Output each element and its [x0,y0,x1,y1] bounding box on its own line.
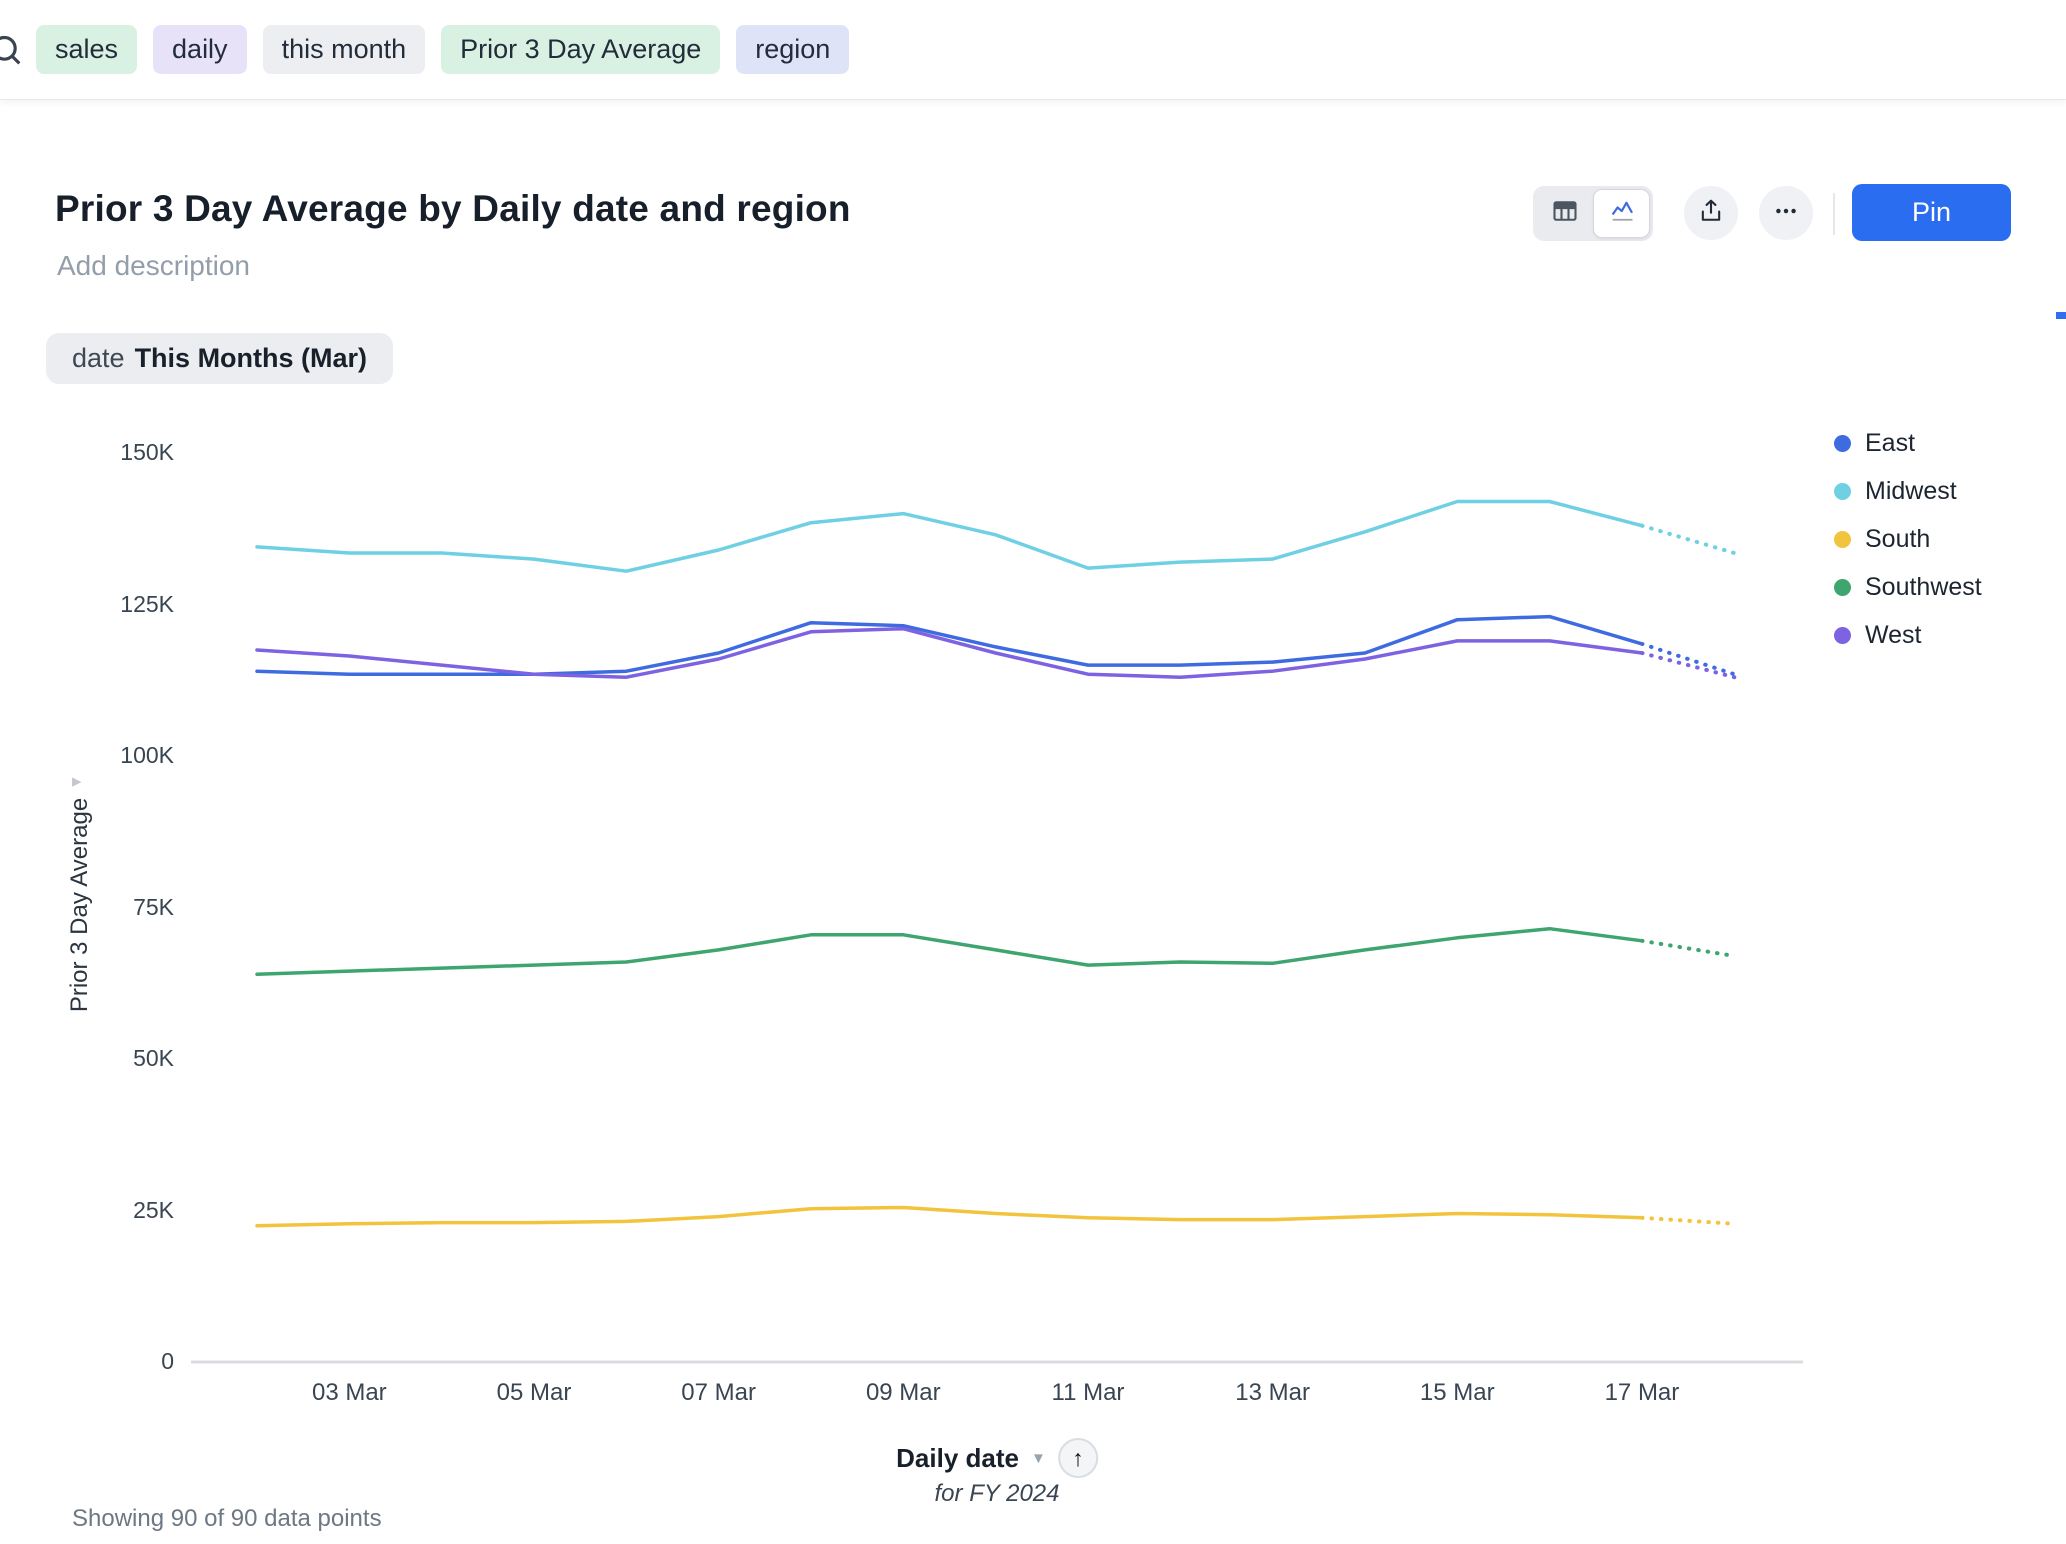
y-tick-label: 0 [82,1348,174,1375]
legend-item[interactable]: Midwest [1834,467,1982,515]
chart-view-button[interactable] [1593,189,1650,238]
legend-label: West [1865,621,1922,650]
x-tick-label: 15 Mar [1387,1379,1527,1407]
search-token-list[interactable]: sales daily this month Prior 3 Day Average r… [36,25,849,74]
legend-item[interactable]: West [1834,611,1982,659]
legend-dot [1834,579,1851,596]
legend-dot [1834,531,1851,548]
series-line-midwest [257,502,1642,572]
y-tick-label: 125K [82,591,174,618]
filter-chip-value: This Months (Mar) [135,343,367,374]
legend-item[interactable]: South [1834,515,1982,563]
data-points-status: Showing 90 of 90 data points [72,1505,382,1533]
y-tick-label: 50K [82,1045,174,1072]
x-tick-label: 09 Mar [833,1379,973,1407]
more-options-button[interactable] [1759,186,1813,240]
search-token[interactable]: Prior 3 Day Average [441,25,720,74]
legend-label: East [1865,429,1915,458]
line-chart-icon [1608,197,1636,230]
toolbar-divider [1833,193,1835,235]
y-tick-label: 150K [82,439,174,466]
search-token[interactable]: this month [263,25,426,74]
x-tick-label: 05 Mar [464,1379,604,1407]
line-chart-canvas [0,0,2066,1544]
y-tick-label: 100K [82,742,174,769]
series-line-south [257,1208,1642,1226]
chevron-down-icon[interactable]: ▼ [1031,1450,1046,1467]
share-button[interactable] [1684,186,1738,240]
search-token[interactable]: daily [153,25,247,74]
y-tick-label: 75K [82,894,174,921]
x-tick-label: 03 Mar [279,1379,419,1407]
pin-button[interactable]: Pin [1852,184,2011,241]
x-tick-label: 11 Mar [1018,1379,1158,1407]
legend-label: South [1865,525,1930,554]
legend-item[interactable]: East [1834,419,1982,467]
page-title: Prior 3 Day Average by Daily date and re… [55,188,851,230]
ellipsis-icon [1772,197,1800,230]
legend-dot [1834,435,1851,452]
x-axis-control-row: Daily date ▼ ↑ [896,1438,1098,1478]
search-token[interactable]: region [736,25,849,74]
series-line-forecast-east [1642,644,1734,674]
x-axis-subtitle: for FY 2024 [935,1480,1060,1508]
legend: East Midwest South Southwest West [1834,419,1982,659]
view-toggle[interactable] [1533,186,1653,241]
legend-dot [1834,627,1851,644]
series-line-forecast-southwest [1642,941,1734,956]
x-tick-label: 07 Mar [649,1379,789,1407]
legend-dot [1834,483,1851,500]
legend-label: Midwest [1865,477,1957,506]
x-tick-label: 13 Mar [1203,1379,1343,1407]
series-line-forecast-west [1642,653,1734,677]
filter-chip-prefix: date [72,343,125,374]
series-line-forecast-midwest [1642,526,1734,553]
y-axis-expand-icon[interactable]: ▸ [72,770,82,793]
table-view-button[interactable] [1536,189,1593,238]
table-icon [1551,197,1579,230]
sort-ascending-button[interactable]: ↑ [1058,1438,1098,1478]
series-line-west [257,629,1642,678]
legend-label: Southwest [1865,573,1982,602]
x-axis-title[interactable]: Daily date [896,1443,1019,1474]
search-bar[interactable]: sales daily this month Prior 3 Day Average r… [0,0,2066,100]
series-line-southwest [257,929,1642,975]
add-description-field[interactable]: Add description [57,250,250,282]
search-icon [0,30,26,70]
x-tick-label: 17 Mar [1572,1379,1712,1407]
scroll-position-marker [2056,312,2066,319]
series-line-east [257,617,1642,675]
search-token[interactable]: sales [36,25,137,74]
share-icon [1697,197,1725,230]
legend-item[interactable]: Southwest [1834,563,1982,611]
y-tick-label: 25K [82,1197,174,1224]
date-filter-chip[interactable]: date This Months (Mar) [46,333,393,384]
series-line-forecast-south [1642,1218,1734,1224]
